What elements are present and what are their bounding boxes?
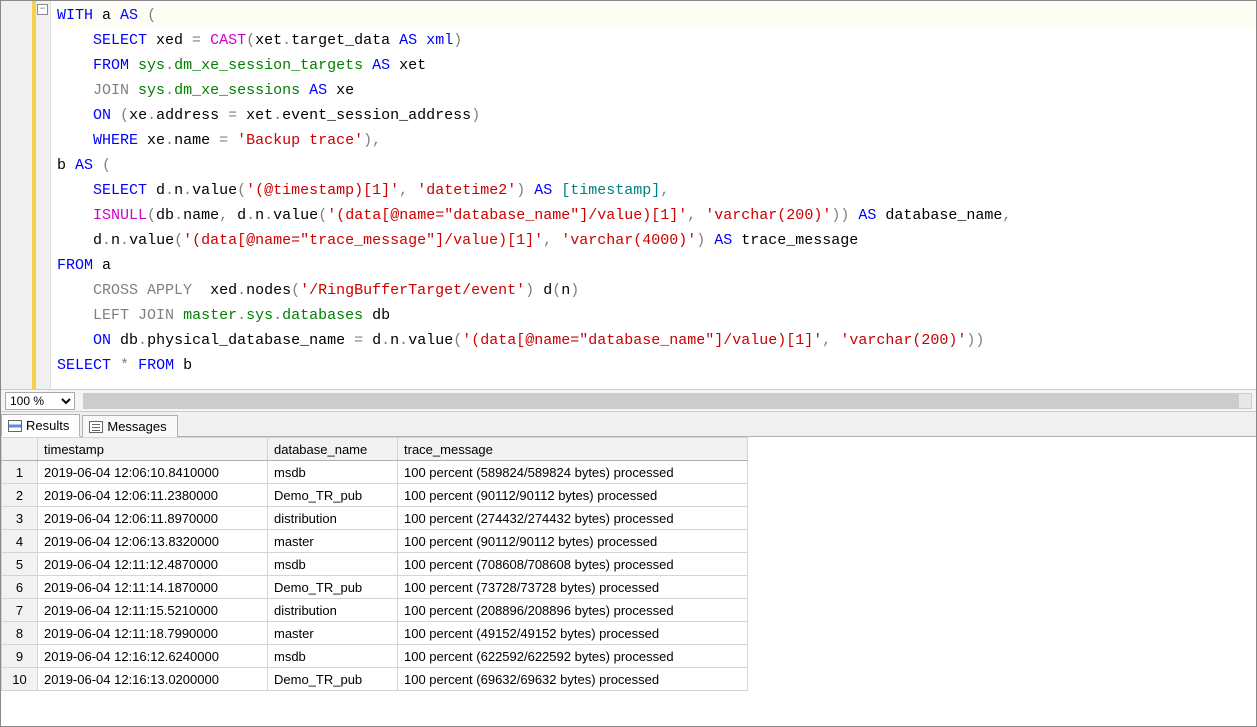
table-row[interactable]: 32019-06-04 12:06:11.8970000distribution… [2, 507, 748, 530]
code-line[interactable]: b AS ( [57, 153, 1256, 178]
row-number[interactable]: 8 [2, 622, 38, 645]
column-header-timestamp[interactable]: timestamp [38, 438, 268, 461]
cell[interactable]: Demo_TR_pub [268, 668, 398, 691]
cell[interactable]: 100 percent (49152/49152 bytes) processe… [398, 622, 748, 645]
table-row[interactable]: 22019-06-04 12:06:11.2380000Demo_TR_pub1… [2, 484, 748, 507]
row-number[interactable]: 3 [2, 507, 38, 530]
cell[interactable]: 2019-06-04 12:11:14.1870000 [38, 576, 268, 599]
cell[interactable]: msdb [268, 461, 398, 484]
code-line[interactable]: FROM sys.dm_xe_session_targets AS xet [57, 53, 1256, 78]
horizontal-scrollbar[interactable] [83, 393, 1252, 409]
cell[interactable]: Demo_TR_pub [268, 576, 398, 599]
editor-gutter: − [1, 1, 51, 389]
table-row[interactable]: 62019-06-04 12:11:14.1870000Demo_TR_pub1… [2, 576, 748, 599]
cell[interactable]: 100 percent (90112/90112 bytes) processe… [398, 530, 748, 553]
sql-editor[interactable]: − WITH a AS ( SELECT xed = CAST(xet.targ… [1, 1, 1256, 389]
cell[interactable]: 100 percent (208896/208896 bytes) proces… [398, 599, 748, 622]
column-header-trace[interactable]: trace_message [398, 438, 748, 461]
cell[interactable]: 100 percent (708608/708608 bytes) proces… [398, 553, 748, 576]
fold-toggle-icon[interactable]: − [37, 4, 48, 15]
table-row[interactable]: 52019-06-04 12:11:12.4870000msdb100 perc… [2, 553, 748, 576]
cell[interactable]: 2019-06-04 12:06:11.2380000 [38, 484, 268, 507]
tab-results[interactable]: Results [1, 414, 80, 437]
cell[interactable]: distribution [268, 599, 398, 622]
row-number[interactable]: 7 [2, 599, 38, 622]
cell[interactable]: 100 percent (90112/90112 bytes) processe… [398, 484, 748, 507]
row-number[interactable]: 4 [2, 530, 38, 553]
document-icon [89, 421, 103, 433]
table-row[interactable]: 82019-06-04 12:11:18.7990000master100 pe… [2, 622, 748, 645]
code-line[interactable]: WHERE xe.name = 'Backup trace'), [57, 128, 1256, 153]
tab-messages[interactable]: Messages [82, 415, 177, 437]
cell[interactable]: 100 percent (274432/274432 bytes) proces… [398, 507, 748, 530]
row-number[interactable]: 6 [2, 576, 38, 599]
cell[interactable]: distribution [268, 507, 398, 530]
code-line[interactable]: SELECT * FROM b [57, 353, 1256, 378]
code-line[interactable]: d.n.value('(data[@name="trace_message"]/… [57, 228, 1256, 253]
cell[interactable]: msdb [268, 645, 398, 668]
code-line[interactable]: FROM a [57, 253, 1256, 278]
tab-label: Messages [107, 419, 166, 434]
row-number[interactable]: 9 [2, 645, 38, 668]
cell[interactable]: 2019-06-04 12:16:13.0200000 [38, 668, 268, 691]
cell[interactable]: 2019-06-04 12:11:15.5210000 [38, 599, 268, 622]
grid-icon [8, 420, 22, 432]
header-row: timestamp database_name trace_message [2, 438, 748, 461]
cell[interactable]: 2019-06-04 12:11:18.7990000 [38, 622, 268, 645]
code-line[interactable]: SELECT xed = CAST(xet.target_data AS xml… [57, 28, 1256, 53]
corner-cell[interactable] [2, 438, 38, 461]
table-row[interactable]: 102019-06-04 12:16:13.0200000Demo_TR_pub… [2, 668, 748, 691]
code-line[interactable]: ISNULL(db.name, d.n.value('(data[@name="… [57, 203, 1256, 228]
cell[interactable]: 2019-06-04 12:11:12.4870000 [38, 553, 268, 576]
cell[interactable]: msdb [268, 553, 398, 576]
table-row[interactable]: 12019-06-04 12:06:10.8410000msdb100 perc… [2, 461, 748, 484]
results-tabs: Results Messages [1, 411, 1256, 437]
editor-status-bar: 100 % [1, 389, 1256, 411]
tab-label: Results [26, 418, 69, 433]
cell[interactable]: master [268, 622, 398, 645]
table-row[interactable]: 92019-06-04 12:16:12.6240000msdb100 perc… [2, 645, 748, 668]
table-row[interactable]: 72019-06-04 12:11:15.5210000distribution… [2, 599, 748, 622]
cell[interactable]: master [268, 530, 398, 553]
code-content[interactable]: WITH a AS ( SELECT xed = CAST(xet.target… [51, 1, 1256, 389]
code-line[interactable]: ON db.physical_database_name = d.n.value… [57, 328, 1256, 353]
cell[interactable]: 2019-06-04 12:06:11.8970000 [38, 507, 268, 530]
cell[interactable]: 100 percent (622592/622592 bytes) proces… [398, 645, 748, 668]
results-grid[interactable]: timestamp database_name trace_message 12… [1, 437, 1256, 726]
cell[interactable]: 100 percent (69632/69632 bytes) processe… [398, 668, 748, 691]
table-row[interactable]: 42019-06-04 12:06:13.8320000master100 pe… [2, 530, 748, 553]
code-line[interactable]: SELECT d.n.value('(@timestamp)[1]', 'dat… [57, 178, 1256, 203]
scrollbar-thumb[interactable] [84, 394, 1239, 408]
cell[interactable]: 2019-06-04 12:06:10.8410000 [38, 461, 268, 484]
code-line[interactable]: JOIN sys.dm_xe_sessions AS xe [57, 78, 1256, 103]
cell[interactable]: 2019-06-04 12:06:13.8320000 [38, 530, 268, 553]
code-line[interactable]: ON (xe.address = xet.event_session_addre… [57, 103, 1256, 128]
cell[interactable]: Demo_TR_pub [268, 484, 398, 507]
change-indicator [32, 1, 36, 389]
cell[interactable]: 2019-06-04 12:16:12.6240000 [38, 645, 268, 668]
code-line[interactable]: WITH a AS ( [57, 3, 1256, 28]
code-line[interactable]: CROSS APPLY xed.nodes('/RingBufferTarget… [57, 278, 1256, 303]
code-line[interactable]: LEFT JOIN master.sys.databases db [57, 303, 1256, 328]
row-number[interactable]: 10 [2, 668, 38, 691]
zoom-select[interactable]: 100 % [5, 392, 75, 410]
row-number[interactable]: 1 [2, 461, 38, 484]
column-header-database[interactable]: database_name [268, 438, 398, 461]
cell[interactable]: 100 percent (589824/589824 bytes) proces… [398, 461, 748, 484]
row-number[interactable]: 2 [2, 484, 38, 507]
cell[interactable]: 100 percent (73728/73728 bytes) processe… [398, 576, 748, 599]
row-number[interactable]: 5 [2, 553, 38, 576]
